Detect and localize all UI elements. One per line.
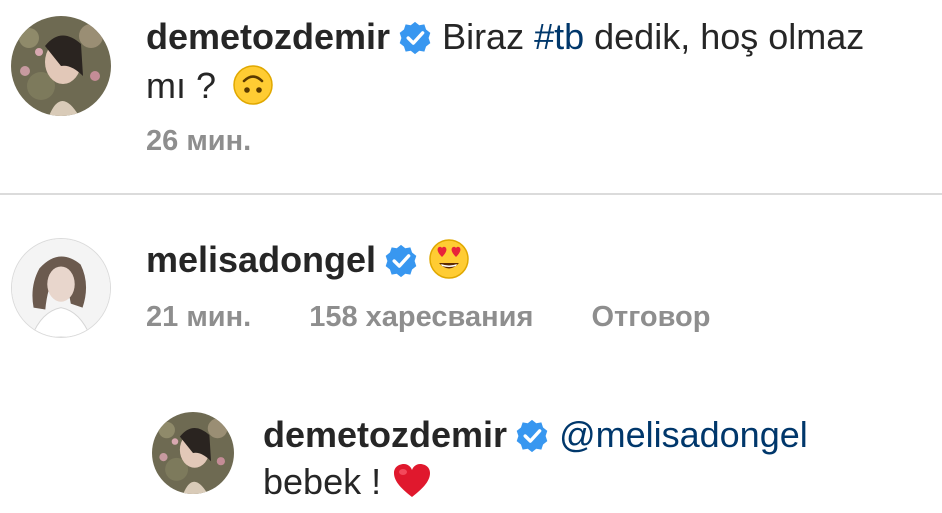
verified-badge-icon <box>398 21 432 55</box>
reply-text: bebek ! <box>263 461 392 502</box>
comment-1-meta: 26 мин. <box>146 124 251 158</box>
likes-count[interactable]: 158 харесвания <box>309 300 533 334</box>
upside-down-face-icon <box>232 64 274 106</box>
comment-1-line-2: mı ? <box>146 64 274 107</box>
reply-username[interactable]: demetozdemir <box>263 414 507 455</box>
comment-username[interactable]: demetozdemir <box>146 16 390 57</box>
profile-photo <box>11 16 111 116</box>
comment-timestamp: 26 мин. <box>146 125 252 157</box>
comment-1-line-1: demetozdemir Biraz #tb dedik, hoş olmaz <box>146 16 864 58</box>
comment-2-line-1: melisadongel <box>146 238 470 281</box>
reply-line-1: demetozdemir @melisadongel <box>263 414 808 456</box>
hashtag-link[interactable]: #tb <box>534 16 584 57</box>
avatar-demetozdemir-reply[interactable] <box>152 412 234 494</box>
comment-text: dedik, hoş olmaz <box>584 16 865 57</box>
comment-2-meta: 21 мин. 158 харесвания Отговор <box>146 300 710 334</box>
red-heart-icon <box>391 460 433 502</box>
reply-line-2: bebek ! <box>263 460 433 503</box>
avatar-melisadongel[interactable] <box>11 238 111 338</box>
avatar-demetozdemir[interactable] <box>11 16 111 116</box>
comment-timestamp: 21 мин. <box>146 301 252 333</box>
comment-username[interactable]: melisadongel <box>146 239 376 280</box>
profile-photo <box>12 239 110 337</box>
comment-text: mı ? <box>146 65 227 106</box>
reply-button[interactable]: Отговор <box>591 300 710 334</box>
verified-badge-icon <box>515 419 549 453</box>
comment-text: Biraz <box>442 16 535 57</box>
divider <box>0 193 942 195</box>
verified-badge-icon <box>384 244 418 278</box>
heart-eyes-face-icon <box>428 238 470 280</box>
profile-photo <box>152 412 234 494</box>
mention-link[interactable]: @melisadongel <box>559 414 808 455</box>
